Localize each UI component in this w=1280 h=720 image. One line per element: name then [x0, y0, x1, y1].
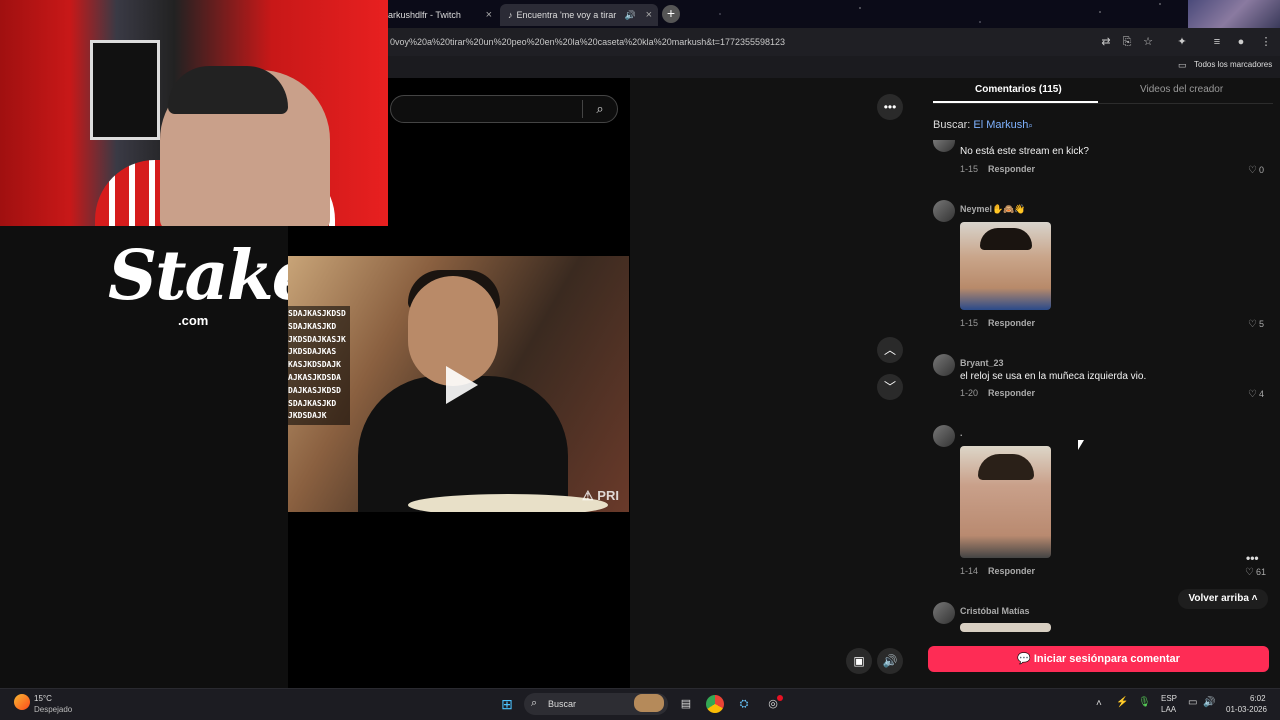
- tab-creator-videos[interactable]: Videos del creador: [1140, 84, 1223, 102]
- tab-twitch[interactable]: arkushdlfr - Twitch ×: [380, 4, 498, 26]
- heart-icon: ♡: [1248, 319, 1257, 330]
- comment-image[interactable]: [960, 623, 1051, 632]
- avatar[interactable]: [933, 425, 955, 447]
- more-options-button[interactable]: •••: [877, 94, 903, 120]
- search-icon: ⌕: [1028, 121, 1033, 130]
- webcam-overlay: [0, 0, 388, 226]
- video-watermark: SDAJKASJKDSD SDAJKASJKD JKDSDAJKASJK JKD…: [288, 306, 350, 426]
- volume-icon[interactable]: 🔊: [877, 648, 903, 674]
- media-icon[interactable]: ≡: [1209, 34, 1225, 50]
- clock-time[interactable]: 6:02: [1250, 694, 1266, 703]
- like-count[interactable]: ♡ 61: [1238, 567, 1266, 578]
- search-highlight-icon[interactable]: [634, 694, 664, 712]
- back-to-top-button[interactable]: Volver arriba ˄: [1178, 589, 1268, 609]
- mic-icon[interactable]: 🎙: [1138, 697, 1151, 708]
- comment-username[interactable]: Neymel✋🙈👋: [960, 204, 1026, 215]
- task-view-icon[interactable]: ▤: [677, 695, 695, 713]
- comment-text: No está este stream en kick?: [960, 146, 1089, 157]
- like-count[interactable]: ♡ 5: [1236, 319, 1264, 330]
- weather-icon[interactable]: [14, 694, 30, 710]
- install-icon[interactable]: ⎘: [1119, 34, 1135, 50]
- next-video-button[interactable]: ﹀: [877, 374, 903, 400]
- tiktok-icon: ♪: [508, 10, 513, 20]
- avatar[interactable]: [933, 602, 955, 624]
- comment-image[interactable]: [960, 446, 1051, 558]
- network-icon[interactable]: ⚡: [1116, 697, 1128, 708]
- brand-mark: ⚠ PRI: [582, 488, 619, 503]
- search-link: Buscar: El Markush⌕: [933, 119, 1033, 131]
- heart-icon: ♡: [1248, 165, 1257, 176]
- new-tab-button[interactable]: +: [662, 5, 680, 23]
- search-input[interactable]: [390, 95, 618, 123]
- comment-icon: 💬: [1017, 653, 1031, 665]
- folder-icon: ▭: [1178, 60, 1187, 70]
- close-icon[interactable]: ×: [646, 4, 652, 26]
- heart-icon: ♡: [1245, 567, 1254, 578]
- tab-comments[interactable]: Comentarios (115): [975, 84, 1062, 102]
- weather-temp[interactable]: 15°C: [34, 694, 52, 703]
- search-icon: ⌕: [531, 697, 538, 709]
- mouse-cursor: [1078, 440, 1084, 450]
- extensions-icon[interactable]: ✦: [1174, 34, 1190, 50]
- windows-start-icon[interactable]: ⊞: [498, 695, 516, 713]
- stake-domain: .com: [178, 313, 209, 328]
- display-icon[interactable]: ▭: [1188, 697, 1197, 708]
- comment-username[interactable]: Bryant_23: [960, 358, 1004, 368]
- like-count[interactable]: ♡ 0: [1236, 165, 1264, 176]
- chevron-up-icon[interactable]: ˄: [1096, 698, 1102, 709]
- tab-active-indicator: [933, 101, 1098, 103]
- heart-icon: ♡: [1248, 389, 1257, 400]
- play-icon[interactable]: [446, 366, 478, 404]
- chevron-up-icon: ˄: [1251, 593, 1258, 604]
- comment-meta: 1-20 Responder: [960, 388, 1036, 398]
- close-icon[interactable]: ×: [486, 4, 492, 26]
- comment-meta: 1-14 Responder: [960, 566, 1036, 576]
- avatar[interactable]: [933, 354, 955, 376]
- tab-tiktok[interactable]: ♪ Encuentra 'me voy a tirar 🔊 ×: [500, 4, 658, 26]
- avatar[interactable]: [933, 200, 955, 222]
- url-field[interactable]: 0voy%20a%20tirar%20un%20peo%20en%20la%20…: [390, 33, 1090, 51]
- chrome-icon[interactable]: [706, 695, 724, 713]
- speaker-icon[interactable]: 🔊: [625, 4, 636, 26]
- tab-divider: [933, 103, 1273, 104]
- notification-badge: [777, 695, 783, 701]
- pip-icon[interactable]: ▣: [846, 648, 872, 674]
- search-term-link[interactable]: El Markush: [973, 119, 1028, 131]
- volume-icon[interactable]: 🔊: [1203, 697, 1215, 708]
- more-options-icon[interactable]: •••: [1246, 551, 1259, 565]
- stake-logo: Stake: [108, 236, 315, 316]
- login-to-comment-button[interactable]: 💬 Iniciar sesiónpara comentar: [928, 646, 1269, 672]
- profile-icon[interactable]: ●: [1233, 34, 1249, 50]
- translate-icon[interactable]: ⇄: [1098, 34, 1114, 50]
- search-divider: [582, 100, 583, 118]
- lang-bottom[interactable]: LAA: [1161, 705, 1176, 714]
- menu-icon[interactable]: ⋮: [1258, 34, 1274, 50]
- taskbar-search-label: Buscar: [548, 699, 577, 709]
- lang-top[interactable]: ESP: [1161, 694, 1177, 703]
- reply-button[interactable]: Responder: [988, 164, 1035, 174]
- bookmarks-all-label[interactable]: Todos los marcadores: [1194, 60, 1272, 69]
- browser-theme-thumbnail: [1188, 0, 1280, 28]
- comment-username[interactable]: .: [960, 428, 963, 438]
- comment-meta: 1-15 Responder: [960, 318, 1036, 328]
- tab-label: Encuentra 'me voy a tirar: [516, 10, 617, 20]
- weather-desc[interactable]: Despejado: [34, 705, 72, 714]
- reply-button[interactable]: Responder: [988, 566, 1035, 576]
- reply-button[interactable]: Responder: [988, 318, 1035, 328]
- steam-icon[interactable]: ⛭: [735, 695, 753, 713]
- previous-video-button[interactable]: ︿: [877, 337, 903, 363]
- reply-button[interactable]: Responder: [988, 388, 1035, 398]
- comment-username[interactable]: Cristóbal Matías: [960, 606, 1030, 616]
- comment-text: el reloj se usa en la muñeca izquierda v…: [960, 371, 1147, 382]
- comment-image[interactable]: [960, 222, 1051, 310]
- star-icon[interactable]: ☆: [1140, 34, 1156, 50]
- tab-label: arkushdlfr - Twitch: [388, 10, 461, 20]
- like-count[interactable]: ♡ 4: [1236, 389, 1264, 400]
- search-icon[interactable]: ⌕: [588, 98, 612, 120]
- comment-meta: 1-15 Responder: [960, 164, 1036, 174]
- clock-date[interactable]: 01-03-2026: [1226, 705, 1267, 714]
